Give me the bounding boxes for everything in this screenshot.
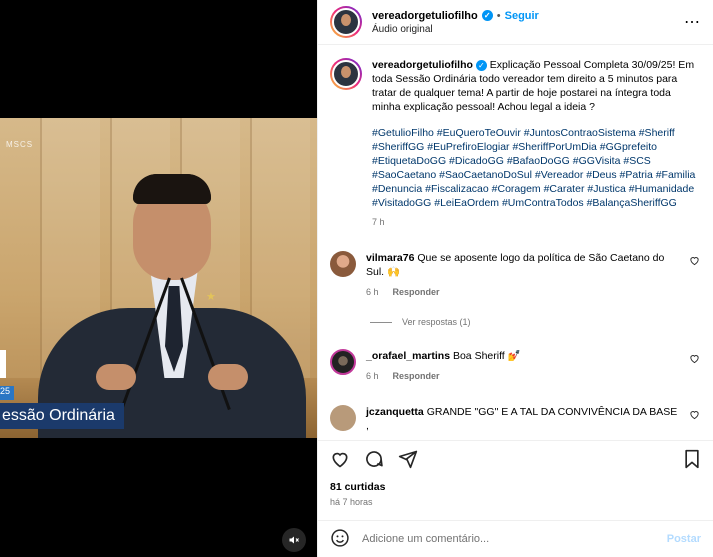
comment: _orafael_martins Boa Sheriff 💅 6 h Respo… xyxy=(330,349,701,383)
speaker-hair-top xyxy=(133,174,211,204)
view-replies-button[interactable]: Ver respostas (1) xyxy=(370,317,701,327)
video-frame[interactable]: MSCS ★ 25 essão Ordinária xyxy=(0,118,317,438)
hand xyxy=(96,364,136,390)
comment: vilmara76 Que se aposente logo da políti… xyxy=(330,251,701,299)
comment-username[interactable]: _orafael_martins xyxy=(366,350,450,362)
reply-button[interactable]: Responder xyxy=(393,285,440,299)
heart-icon xyxy=(690,411,699,420)
avatar[interactable] xyxy=(330,349,356,375)
comment-bubble-icon xyxy=(366,450,383,467)
caption-username[interactable]: vereadorgetuliofilho xyxy=(372,59,473,71)
verified-badge-icon: ✓ xyxy=(475,60,487,71)
post-actions xyxy=(318,440,713,476)
avatar[interactable] xyxy=(330,405,356,431)
original-audio-link[interactable]: Áudio original xyxy=(372,24,684,35)
caption: vereadorgetuliofilho ✓ Explicação Pessoa… xyxy=(330,58,701,229)
caption-time: 7 h xyxy=(372,217,385,227)
comment-text: Boa Sheriff 💅 xyxy=(452,350,521,362)
reply-button[interactable]: Responder xyxy=(393,369,440,383)
comment-input[interactable] xyxy=(362,533,655,545)
muted-speaker-icon xyxy=(289,536,299,544)
more-options-icon[interactable]: ⋯ xyxy=(684,12,701,32)
post-time: há 7 horas xyxy=(330,497,373,507)
share-button[interactable] xyxy=(398,449,418,469)
comment-username[interactable]: jczanquetta xyxy=(366,406,424,418)
video-player[interactable]: MSCS ★ 25 essão Ordinária xyxy=(0,0,317,557)
comment-username[interactable]: vilmara76 xyxy=(366,252,414,264)
like-comment-button[interactable] xyxy=(689,349,701,383)
like-comment-button[interactable] xyxy=(689,405,701,433)
heart-icon xyxy=(690,257,699,266)
bookmark-icon xyxy=(685,449,699,468)
broadcast-logo: MSCS xyxy=(6,140,34,149)
like-comment-button[interactable] xyxy=(689,251,701,299)
session-ticker: essão Ordinária xyxy=(0,403,124,429)
like-button[interactable] xyxy=(330,449,350,469)
avatar[interactable] xyxy=(330,251,356,277)
comments-scroll[interactable]: vereadorgetuliofilho ✓ Explicação Pessoa… xyxy=(318,46,713,438)
post-sidebar: vereadorgetuliofilho ✓ • Seguir Áudio or… xyxy=(317,0,713,557)
heart-icon xyxy=(690,355,699,364)
save-button[interactable] xyxy=(683,449,701,469)
likes-count[interactable]: 81 curtidas xyxy=(330,481,385,493)
comment-time: 6 h xyxy=(366,371,379,381)
avatar[interactable] xyxy=(330,6,362,38)
comment-button[interactable] xyxy=(364,449,384,469)
mute-button[interactable] xyxy=(282,528,306,552)
badge-star-icon: ★ xyxy=(206,291,216,303)
ticker-number: 25 xyxy=(0,386,14,400)
post-comment-button[interactable]: Postar xyxy=(667,533,701,545)
verified-badge-icon: ✓ xyxy=(481,10,493,21)
post-header: vereadorgetuliofilho ✓ • Seguir Áudio or… xyxy=(318,0,713,45)
separator-dot: • xyxy=(496,9,501,22)
hand xyxy=(208,364,248,390)
header-username[interactable]: vereadorgetuliofilho xyxy=(372,10,478,22)
emoji-icon xyxy=(331,528,349,547)
emoji-button[interactable] xyxy=(330,528,350,551)
instagram-post-modal: MSCS ★ 25 essão Ordinária vereadorgetuli… xyxy=(0,0,713,557)
comment-time: 6 h xyxy=(366,287,379,297)
heart-icon xyxy=(332,452,348,468)
view-replies-label: Ver respostas (1) xyxy=(402,317,471,327)
follow-button[interactable]: Seguir xyxy=(505,10,539,22)
paper-plane-icon xyxy=(398,450,418,468)
comment: jczanquetta GRANDE "GG" E A TAL DA CONVI… xyxy=(330,405,701,433)
speaker-hands xyxy=(96,364,250,394)
avatar[interactable] xyxy=(330,58,362,90)
caption-hashtags[interactable]: #GetulioFilho #EuQueroTeOuvir #JuntosCon… xyxy=(372,126,701,210)
add-comment-bar: Postar xyxy=(318,520,713,557)
